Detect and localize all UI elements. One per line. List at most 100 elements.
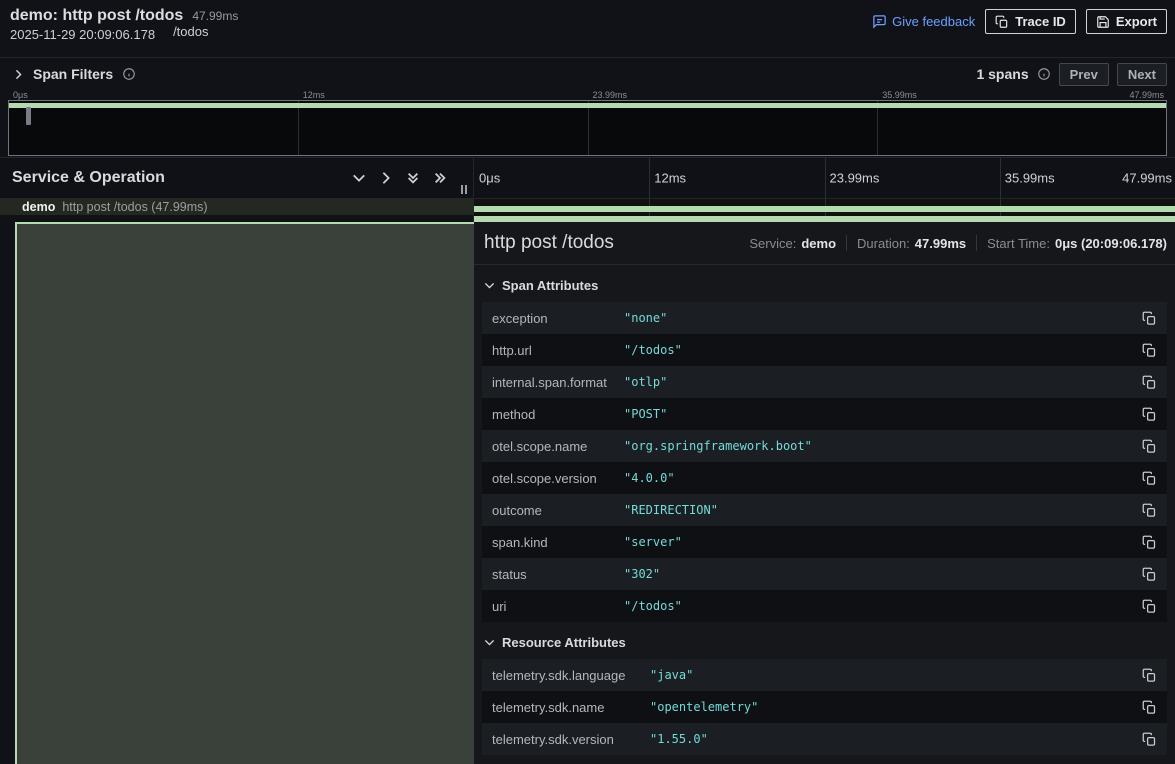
attribute-key: http.url	[492, 343, 624, 358]
copy-value-icon[interactable]	[1142, 567, 1157, 582]
start-time-value: 0μs (20:09:06.178)	[1055, 236, 1167, 251]
tick-label: 23.99ms	[830, 171, 880, 186]
span-name-cell[interactable]: demo http post /todos (47.99ms)	[0, 199, 474, 215]
minimap-canvas[interactable]	[8, 100, 1167, 156]
copy-value-icon[interactable]	[1142, 700, 1157, 715]
attribute-row: telemetry.sdk.language "java"	[482, 659, 1167, 691]
copy-value-icon[interactable]	[1142, 407, 1157, 422]
attribute-row: otel.scope.name "org.springframework.boo…	[482, 430, 1167, 462]
minimap-gridline	[298, 101, 299, 155]
attribute-row: method "POST"	[482, 398, 1167, 430]
tick-label: 35.99ms	[882, 90, 917, 100]
timeline-gridline	[825, 158, 826, 198]
copy-value-icon[interactable]	[1142, 668, 1157, 683]
attribute-value: "java"	[650, 668, 693, 682]
attribute-row: otel.scope.version "4.0.0"	[482, 462, 1167, 494]
attribute-row: span.kind "server"	[482, 526, 1167, 558]
span-count: 1 spans	[976, 66, 1028, 82]
span-matches-controls: 1 spans Prev Next	[976, 63, 1175, 86]
span-service-name: demo	[22, 200, 55, 214]
collapse-one-icon[interactable]	[352, 171, 366, 185]
header-actions: Give feedback Trace ID Export	[872, 9, 1167, 34]
info-icon[interactable]	[122, 67, 136, 81]
tick-label: 35.99ms	[1005, 171, 1055, 186]
span-duration-bar[interactable]	[474, 206, 1175, 212]
copy-value-icon[interactable]	[1142, 439, 1157, 454]
attribute-key: otel.scope.version	[492, 471, 624, 486]
attribute-value: "org.springframework.boot"	[624, 439, 812, 453]
trace-header: demo: http post /todos 47.99ms 2025-11-2…	[0, 0, 1175, 57]
span-detail-backdrop	[15, 222, 474, 764]
attribute-value: "none"	[624, 311, 667, 325]
timeline-ruler: 0μs12ms23.99ms35.99ms47.99ms	[474, 158, 1175, 198]
span-detail-body: Span Attributes exception "none" http.ur…	[474, 278, 1175, 755]
trace-minimap: 0μs12ms23.99ms35.99ms47.99ms	[0, 90, 1175, 157]
save-icon	[1096, 15, 1110, 29]
span-detail-meta: Service: demo Duration: 47.99ms Start Ti…	[749, 235, 1167, 251]
expand-all-icon[interactable]	[433, 171, 447, 185]
attribute-row: exception "none"	[482, 302, 1167, 334]
copy-value-icon[interactable]	[1142, 732, 1157, 747]
chevron-right-icon	[13, 69, 24, 80]
trace-id-label: Trace ID	[1015, 14, 1066, 29]
prev-button[interactable]: Prev	[1059, 63, 1109, 86]
attribute-value: "302"	[624, 567, 660, 581]
meta-divider	[976, 235, 977, 251]
tick-label: 47.99ms	[1122, 171, 1172, 186]
attribute-key: telemetry.sdk.name	[492, 700, 650, 715]
tick-label: 0μs	[479, 171, 500, 186]
info-icon[interactable]	[1037, 67, 1051, 81]
attribute-key: outcome	[492, 503, 624, 518]
copy-value-icon[interactable]	[1142, 503, 1157, 518]
attribute-row: telemetry.sdk.version "1.55.0"	[482, 723, 1167, 755]
trace-title-block: demo: http post /todos 47.99ms 2025-11-2…	[10, 7, 238, 42]
resource-attributes-section-header[interactable]: Resource Attributes	[484, 635, 1167, 650]
duration-value: 47.99ms	[915, 236, 966, 251]
duration-label: Duration:	[857, 236, 910, 251]
minimap-gridline	[588, 101, 589, 155]
copy-value-icon[interactable]	[1142, 343, 1157, 358]
span-operation-name: http post /todos (47.99ms)	[62, 200, 207, 214]
next-button[interactable]: Next	[1117, 63, 1167, 86]
attribute-key: span.kind	[492, 535, 624, 550]
export-button[interactable]: Export	[1086, 9, 1167, 34]
service-operation-column-header: Service & Operation	[0, 158, 474, 198]
copy-value-icon[interactable]	[1142, 535, 1157, 550]
attribute-key: telemetry.sdk.version	[492, 732, 650, 747]
attribute-value: "REDIRECTION"	[624, 503, 718, 517]
attribute-key: exception	[492, 311, 624, 326]
copy-value-icon[interactable]	[1142, 471, 1157, 486]
give-feedback-label: Give feedback	[892, 14, 975, 29]
attribute-row: outcome "REDIRECTION"	[482, 494, 1167, 526]
trace-id-button[interactable]: Trace ID	[985, 9, 1076, 34]
chevron-down-icon	[484, 280, 495, 291]
attribute-value: "/todos"	[624, 599, 682, 613]
attribute-key: internal.span.format	[492, 375, 624, 390]
resource-attributes-title: Resource Attributes	[502, 635, 626, 650]
attribute-key: otel.scope.name	[492, 439, 624, 454]
expand-one-icon[interactable]	[379, 171, 393, 185]
comment-icon	[872, 14, 887, 29]
give-feedback-link[interactable]: Give feedback	[872, 14, 975, 29]
copy-icon	[995, 15, 1009, 29]
span-detail-header: http post /todos Service: demo Duration:…	[474, 222, 1175, 265]
copy-value-icon[interactable]	[1142, 375, 1157, 390]
minimap-drag-handle[interactable]	[26, 107, 31, 125]
copy-value-icon[interactable]	[1142, 311, 1157, 326]
attribute-key: status	[492, 567, 624, 582]
column-resize-handle[interactable]	[459, 183, 469, 196]
resource-attributes-table: telemetry.sdk.language "java" telemetry.…	[482, 659, 1167, 755]
span-filters-expander[interactable]: Span Filters	[0, 66, 136, 82]
collapse-all-icon[interactable]	[406, 171, 420, 185]
attribute-row: status "302"	[482, 558, 1167, 590]
attribute-key: uri	[492, 599, 624, 614]
attribute-value: "server"	[624, 535, 682, 549]
copy-value-icon[interactable]	[1142, 599, 1157, 614]
span-timeline-cell	[474, 199, 1175, 215]
attribute-value: "opentelemetry"	[650, 700, 758, 714]
attribute-value: "4.0.0"	[624, 471, 675, 485]
attribute-row: internal.span.format "otlp"	[482, 366, 1167, 398]
tick-label: 12ms	[303, 90, 325, 100]
timeline-gridline	[649, 158, 650, 198]
span-attributes-section-header[interactable]: Span Attributes	[484, 278, 1167, 293]
